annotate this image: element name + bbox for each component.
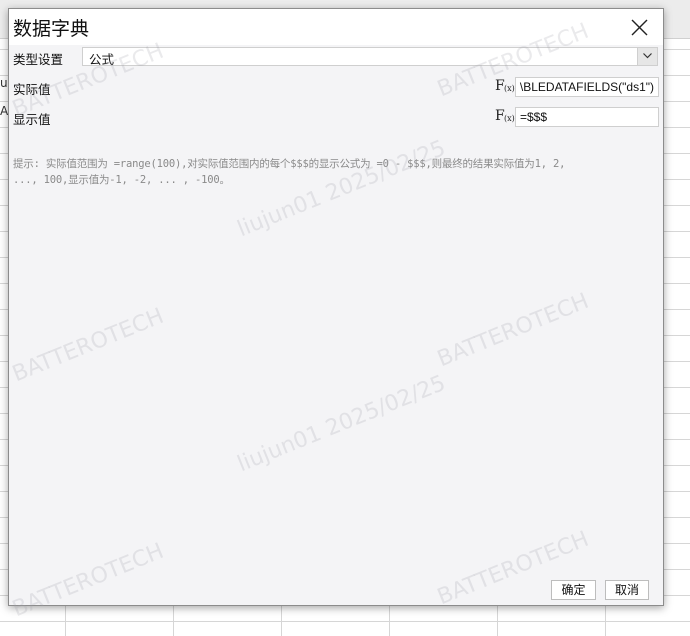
close-icon (631, 19, 648, 36)
cancel-button[interactable]: 取消 (605, 580, 649, 600)
watermark: liujun01 2025/02/25 (234, 370, 450, 478)
close-button[interactable] (621, 13, 657, 41)
dialog-titlebar: 数据字典 (9, 9, 663, 45)
ok-button[interactable]: 确定 (551, 580, 596, 600)
hint-line: ..., 100,显示值为-1, -2, ... , -100。 (13, 174, 230, 186)
watermark: liujun01 2025/02/25 (234, 135, 450, 243)
display-value-label: 显示值 (13, 112, 51, 127)
type-setting-label: 类型设置 (13, 52, 64, 67)
chevron-down-icon (643, 53, 652, 59)
hint-text: 提示: 实际值范围为 =range(100),对实际值范围内的每个$$$的显示公… (13, 156, 653, 188)
hint-line: 提示: 实际值范围为 =range(100),对实际值范围内的每个$$$的显示公… (13, 158, 566, 170)
type-select-value: 公式 (89, 52, 115, 67)
watermark: BATTEROTECH (434, 288, 593, 373)
fx-icon[interactable]: F (x) (495, 108, 515, 126)
sheet-cell-fragment: A (0, 104, 9, 118)
display-value-formula-input[interactable]: =$$$ (515, 107, 659, 127)
type-select[interactable]: 公式 (82, 47, 658, 67)
actual-value-label: 实际值 (13, 82, 51, 97)
watermark: BATTEROTECH (9, 303, 168, 388)
dialog-title: 数据字典 (13, 18, 90, 40)
data-dictionary-dialog: 数据字典 类型设置 公式 实际值 F (x) \BLEDATAFIELDS("ds… (8, 8, 664, 622)
actual-value-formula-input[interactable]: \BLEDATAFIELDS("ds1") (515, 77, 659, 97)
fx-icon[interactable]: F (x) (495, 78, 515, 96)
type-select-dropdown[interactable] (637, 48, 657, 65)
